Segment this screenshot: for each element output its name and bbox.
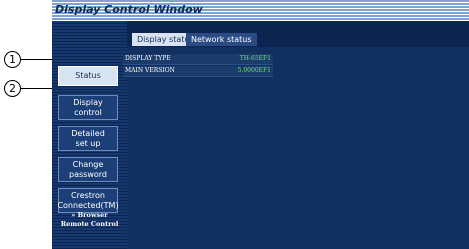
status-key: MAIN VERSION xyxy=(125,67,175,74)
tab-network-status[interactable]: Network status xyxy=(186,33,257,46)
sidebar: Status Display control Detailed set up C… xyxy=(52,21,127,249)
sidebar-item-status[interactable]: Status xyxy=(58,66,118,86)
sidebar-item-display-control[interactable]: Display control xyxy=(58,95,118,120)
status-row-main-version: MAIN VERSION 5.0000EF1 xyxy=(123,66,273,77)
callout-1: 1 xyxy=(4,51,21,68)
window-title: Display Control Window xyxy=(55,3,203,16)
status-value: 5.0000EF1 xyxy=(237,67,271,74)
status-row-display-type: DISPLAY TYPE TH-65EF1 xyxy=(123,54,273,65)
status-panel xyxy=(127,47,469,249)
sidebar-item-change-password[interactable]: Change password xyxy=(58,157,118,182)
status-value: TH-65EF1 xyxy=(239,55,271,62)
display-control-window: Display Control Window Status Display co… xyxy=(52,0,469,249)
sidebar-item-crestron-connected[interactable]: Crestron Connected(TM) xyxy=(57,188,119,213)
browser-remote-control-link[interactable]: » Browser Remote Control xyxy=(52,211,127,229)
status-key: DISPLAY TYPE xyxy=(125,55,171,62)
callout-2: 2 xyxy=(4,80,21,97)
sidebar-item-detailed-set-up[interactable]: Detailed set up xyxy=(58,126,118,151)
window-titlebar: Display Control Window xyxy=(52,0,469,21)
